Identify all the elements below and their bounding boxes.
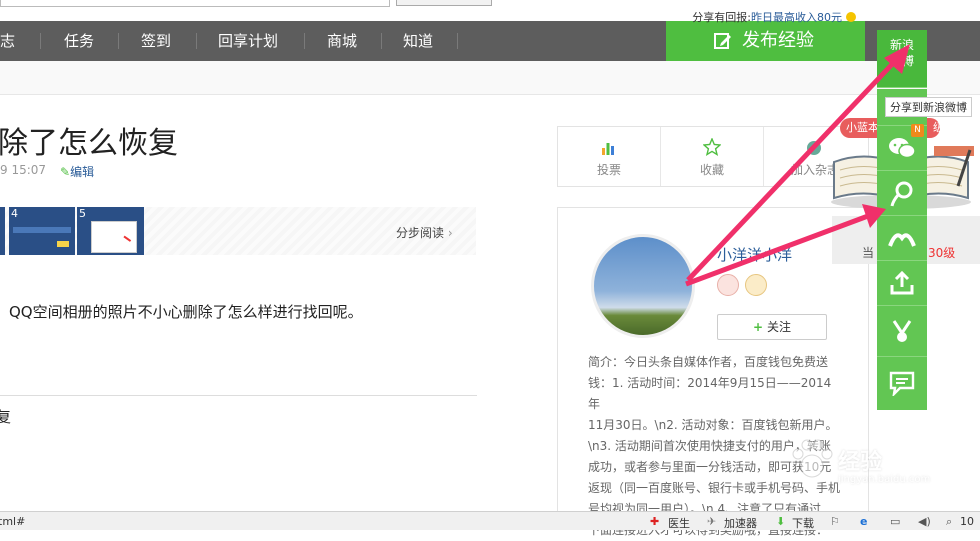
vote-button[interactable]: 投票 <box>558 127 661 186</box>
magazine-icon <box>807 141 821 155</box>
nav-divider <box>196 33 197 49</box>
level-next: 30级 <box>928 246 956 260</box>
nav-item-shop[interactable]: 商城 <box>327 21 357 61</box>
nav-divider <box>118 33 119 49</box>
edit-icon <box>714 33 731 49</box>
nav-divider <box>457 33 458 49</box>
favorite-button[interactable]: 收藏 <box>661 127 764 186</box>
nav-divider <box>40 33 41 49</box>
sina-label: 新浪 <box>889 38 914 52</box>
coin-icon <box>846 12 856 22</box>
nav-divider <box>381 33 382 49</box>
author-avatar[interactable] <box>591 234 695 338</box>
publish-label: 发布经验 <box>742 30 814 51</box>
share-reward-prefix: 分享有回报: <box>692 11 751 24</box>
zoom-level[interactable]: 10 <box>960 515 974 528</box>
step-thumbnail[interactable]: 4 <box>9 207 75 255</box>
share-sidebar: 新浪 微博 <box>877 30 927 410</box>
share-sina-weibo-button[interactable]: 新浪 微博 <box>877 30 927 88</box>
nav-divider <box>304 33 305 49</box>
speaker-icon[interactable]: ◀) <box>918 515 931 528</box>
branch-share-icon <box>892 320 912 342</box>
watermark-text: 经验 <box>838 450 883 475</box>
share-renren-button[interactable] <box>877 216 927 261</box>
tencent-weibo-icon <box>890 181 913 207</box>
share-reward-bar <box>0 61 980 95</box>
share-more-button[interactable] <box>877 306 927 357</box>
share-tencent-weibo-button[interactable] <box>877 171 927 216</box>
step-read-label: 分步阅读 <box>396 226 445 240</box>
weibo-label: 微博 <box>889 54 914 68</box>
divider <box>0 395 477 396</box>
edit-link[interactable]: ✎编辑 <box>60 163 94 180</box>
nav-item-zhidao[interactable]: 知道 <box>403 21 433 61</box>
author-badge-icon[interactable] <box>745 274 767 296</box>
plus-cross-icon: ✚ <box>650 515 660 528</box>
step-number: 4 <box>11 207 18 220</box>
chevron-right-icon: › <box>444 226 453 240</box>
ie-icon[interactable]: e <box>860 515 867 528</box>
flag-icon[interactable]: ⚐ <box>830 515 840 528</box>
step-read-link[interactable]: 分步阅读 › <box>396 224 453 241</box>
article-title: 除了怎么恢复 <box>0 126 178 161</box>
share-reward-text[interactable]: 分享有回报:昨日最高收入80元 <box>692 9 856 25</box>
nav-item-diary[interactable]: 志 <box>0 21 15 61</box>
step-number: 5 <box>79 207 86 220</box>
status-url: tml# <box>0 515 26 528</box>
share-reward-highlight[interactable]: 昨日最高收入80元 <box>751 11 842 24</box>
nav-item-share-plan[interactable]: 回享计划 <box>218 21 278 61</box>
upload-tray-icon <box>890 270 914 295</box>
favorite-label: 收藏 <box>699 163 724 177</box>
watermark-url: jingyan.baidu.com <box>838 474 931 485</box>
star-icon <box>703 138 721 156</box>
nav-item-checkin[interactable]: 签到 <box>141 21 171 61</box>
watermark: 经验 jingyan.baidu.com <box>780 430 980 510</box>
step-thumbnail[interactable] <box>0 207 5 255</box>
wechat-icon <box>889 138 916 159</box>
share-comment-button[interactable] <box>877 357 927 410</box>
pencil-icon: ✎ <box>60 165 71 179</box>
follow-label: 关注 <box>767 320 792 334</box>
vote-label: 投票 <box>596 163 621 177</box>
new-badge: N <box>911 124 924 137</box>
publish-experience-button[interactable]: 发布经验 <box>666 21 865 61</box>
nav-item-tasks[interactable]: 任务 <box>64 21 94 61</box>
bar-chart-icon <box>602 143 614 155</box>
zoom-icon[interactable]: ⌕ <box>946 515 952 529</box>
article-toolbox: 投票 收藏 加入杂志 <box>557 126 869 187</box>
level-current-label: 当 <box>862 246 875 260</box>
share-qzone-button[interactable] <box>877 261 927 306</box>
status-bar: tml# ✚ 医生 ✈ 加速器 ⬇ 下载 ⚐ e ▭ ◀) ⌕ 10 <box>0 511 980 530</box>
plus-icon: + <box>752 320 764 334</box>
level-badge-suffix: 级 <box>933 121 944 134</box>
share-tooltip: 分享到新浪微博 <box>885 97 972 117</box>
author-badge-icon[interactable] <box>717 274 739 296</box>
renren-icon <box>888 233 916 247</box>
edit-label: 编辑 <box>70 165 95 179</box>
chat-bubble-icon <box>889 371 915 396</box>
paw-icon <box>792 439 833 478</box>
bio-line: 简介：今日头条自媒体作者，百度钱包免费送 <box>588 355 829 369</box>
bio-line: 钱：1. 活动时间：2014年9月15日——2014年 <box>588 376 832 411</box>
article-date: 9 15:07 <box>0 163 47 177</box>
rocket-icon: ✈ <box>707 515 717 528</box>
step-thumbnail[interactable]: 5 <box>77 207 144 255</box>
follow-button[interactable]: + 关注 <box>717 314 827 340</box>
author-name[interactable]: 小洋洋小洋 <box>717 244 792 265</box>
section-heading: 复 <box>0 408 12 426</box>
download-arrow-icon: ⬇ <box>776 515 786 528</box>
search-input[interactable] <box>0 0 390 7</box>
article-intro: ，QQ空间相册的照片不小心删除了怎么样进行找回呢。 <box>0 303 363 321</box>
search-button[interactable] <box>396 0 492 6</box>
window-icon[interactable]: ▭ <box>890 515 900 528</box>
